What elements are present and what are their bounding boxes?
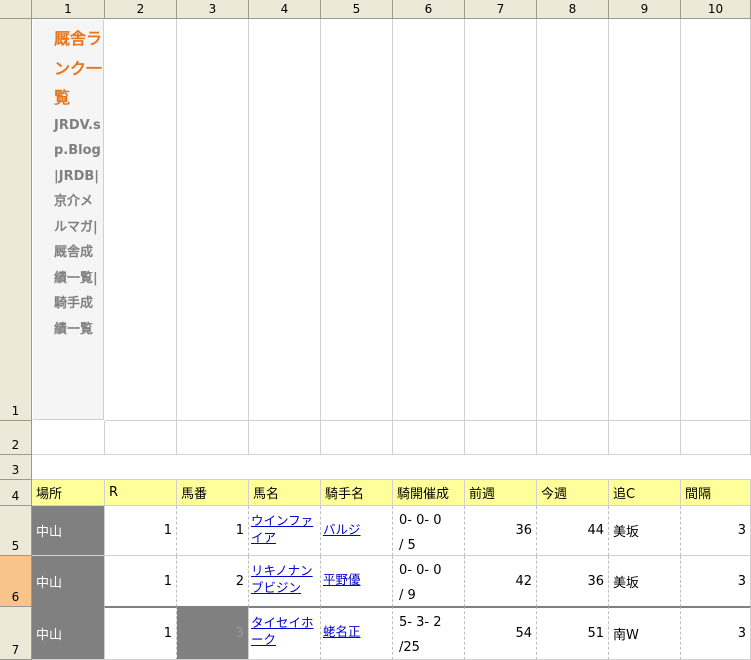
header-prev-week: 前週	[465, 480, 537, 506]
table-row-1-race[interactable]: 1	[105, 506, 177, 556]
header-training: 追C	[609, 480, 681, 506]
table-row-3-training[interactable]: 南W	[609, 606, 681, 660]
page-title: 厩舎ランク一覧	[54, 29, 103, 107]
table-row-1-place[interactable]: 中山	[32, 506, 105, 556]
table-row-2-record[interactable]: 0- 0- 0 / 9	[393, 556, 465, 607]
cell-r3-span[interactable]	[105, 455, 751, 480]
cell-r1-c6[interactable]	[393, 19, 465, 421]
table-row-2-horse[interactable]: リキノナンブビジン	[249, 556, 321, 607]
cell-r1-c8[interactable]	[537, 19, 609, 421]
cell-r2-c9[interactable]	[609, 421, 681, 455]
header-place: 場所	[32, 480, 105, 506]
horse-link[interactable]: ウインファイア	[251, 513, 313, 545]
header-interval: 間隔	[681, 480, 751, 506]
header-race: R	[105, 480, 177, 506]
cell-r2-c2[interactable]	[105, 421, 177, 455]
cell-r2-c7[interactable]	[465, 421, 537, 455]
record-top: 0- 0- 0	[399, 563, 442, 578]
cell-r1-c9[interactable]	[609, 19, 681, 421]
row-header-1[interactable]: 1	[0, 19, 32, 421]
cell-r1-c10[interactable]	[681, 19, 751, 421]
table-row-2-number[interactable]: 2	[177, 556, 249, 607]
row-header-6[interactable]: 6	[0, 556, 32, 607]
header-this-week: 今週	[537, 480, 609, 506]
nav-links-text[interactable]: JRDV.sp.Blog|JRDB|京介メルマガ|厩舎成績一覧|騎手成績一覧	[54, 113, 102, 343]
horse-link[interactable]: タイセイホーク	[251, 615, 314, 647]
table-row-1-horse[interactable]: ウインファイア	[249, 506, 321, 556]
column-header-6[interactable]: 6	[393, 0, 465, 19]
table-row-3-record[interactable]: 5- 3- 2/25	[393, 606, 465, 660]
column-header-10[interactable]: 10	[681, 0, 751, 19]
table-row-1-this-week[interactable]: 44	[537, 506, 609, 556]
column-header-3[interactable]: 3	[177, 0, 249, 19]
table-row-1-number[interactable]: 1	[177, 506, 249, 556]
cell-r2-c6[interactable]	[393, 421, 465, 455]
cell-r1-c2[interactable]	[105, 19, 177, 421]
column-header-5[interactable]: 5	[321, 0, 393, 19]
jockey-link[interactable]: バルジ	[323, 522, 361, 537]
table-row-3-race[interactable]: 1	[105, 606, 177, 660]
record-top: 0- 0- 0	[399, 513, 442, 528]
column-header-2[interactable]: 2	[105, 0, 177, 19]
record-bottom: /25	[399, 640, 420, 655]
table-row-2-interval[interactable]: 3	[681, 556, 751, 607]
column-header-4[interactable]: 4	[249, 0, 321, 19]
cell-r2-c5[interactable]	[321, 421, 393, 455]
row-header-4[interactable]: 4	[0, 480, 32, 506]
record-bottom: / 5	[399, 538, 416, 553]
column-header-7[interactable]: 7	[465, 0, 537, 19]
table-row-3-jockey[interactable]: 蛯名正	[321, 606, 393, 660]
table-row-3-prev-week[interactable]: 54	[465, 606, 537, 660]
jockey-link[interactable]: 平野優	[323, 572, 361, 587]
header-jockey: 騎手名	[321, 480, 393, 506]
table-row-1-jockey[interactable]: バルジ	[321, 506, 393, 556]
row-header-2[interactable]: 2	[0, 421, 32, 455]
table-row-1-training[interactable]: 美坂	[609, 506, 681, 556]
cell-r1-c5[interactable]	[321, 19, 393, 421]
cell-r2-c8[interactable]	[537, 421, 609, 455]
table-row-2-this-week[interactable]: 36	[537, 556, 609, 607]
jockey-link[interactable]: 蛯名正	[323, 624, 361, 639]
table-row-3-horse[interactable]: タイセイホーク	[249, 606, 321, 660]
table-row-3-number[interactable]: 3	[177, 606, 249, 660]
cell-r1-c4[interactable]	[249, 19, 321, 421]
table-row-3-place[interactable]: 中山	[32, 606, 105, 660]
record-bottom: / 9	[399, 588, 416, 603]
row-header-7[interactable]: 7	[0, 607, 32, 660]
cell-r1-c7[interactable]	[465, 19, 537, 421]
header-record: 騎開催成	[393, 480, 465, 506]
cell-r3-c1[interactable]	[32, 455, 105, 480]
table-row-2-place[interactable]: 中山	[32, 556, 105, 607]
row-header-5[interactable]: 5	[0, 506, 32, 556]
table-row-1-prev-week[interactable]: 36	[465, 506, 537, 556]
record-top: 5- 3- 2	[399, 615, 442, 630]
table-row-3-this-week[interactable]: 51	[537, 606, 609, 660]
column-header-9[interactable]: 9	[609, 0, 681, 19]
header-number: 馬番	[177, 480, 249, 506]
cell-r2-c10[interactable]	[681, 421, 751, 455]
header-horse: 馬名	[249, 480, 321, 506]
select-all-corner[interactable]	[0, 0, 32, 19]
table-row-2-training[interactable]: 美坂	[609, 556, 681, 607]
table-row-1-interval[interactable]: 3	[681, 506, 751, 556]
title-cell[interactable]: 厩舎ランク一覧 JRDV.sp.Blog|JRDB|京介メルマガ|厩舎成績一覧|…	[33, 20, 104, 420]
horse-link[interactable]: リキノナンブビジン	[251, 563, 313, 595]
cell-r2-c3[interactable]	[177, 421, 249, 455]
cell-r2-c1[interactable]	[32, 421, 105, 455]
table-row-3-interval[interactable]: 3	[681, 606, 751, 660]
cell-r2-c4[interactable]	[249, 421, 321, 455]
table-row-2-race[interactable]: 1	[105, 556, 177, 607]
column-header-1[interactable]: 1	[32, 0, 105, 19]
row-header-3[interactable]: 3	[0, 455, 32, 480]
table-row-2-jockey[interactable]: 平野優	[321, 556, 393, 607]
cell-r1-c3[interactable]	[177, 19, 249, 421]
table-row-1-record[interactable]: 0- 0- 0 / 5	[393, 506, 465, 556]
column-header-8[interactable]: 8	[537, 0, 609, 19]
table-row-2-prev-week[interactable]: 42	[465, 556, 537, 607]
